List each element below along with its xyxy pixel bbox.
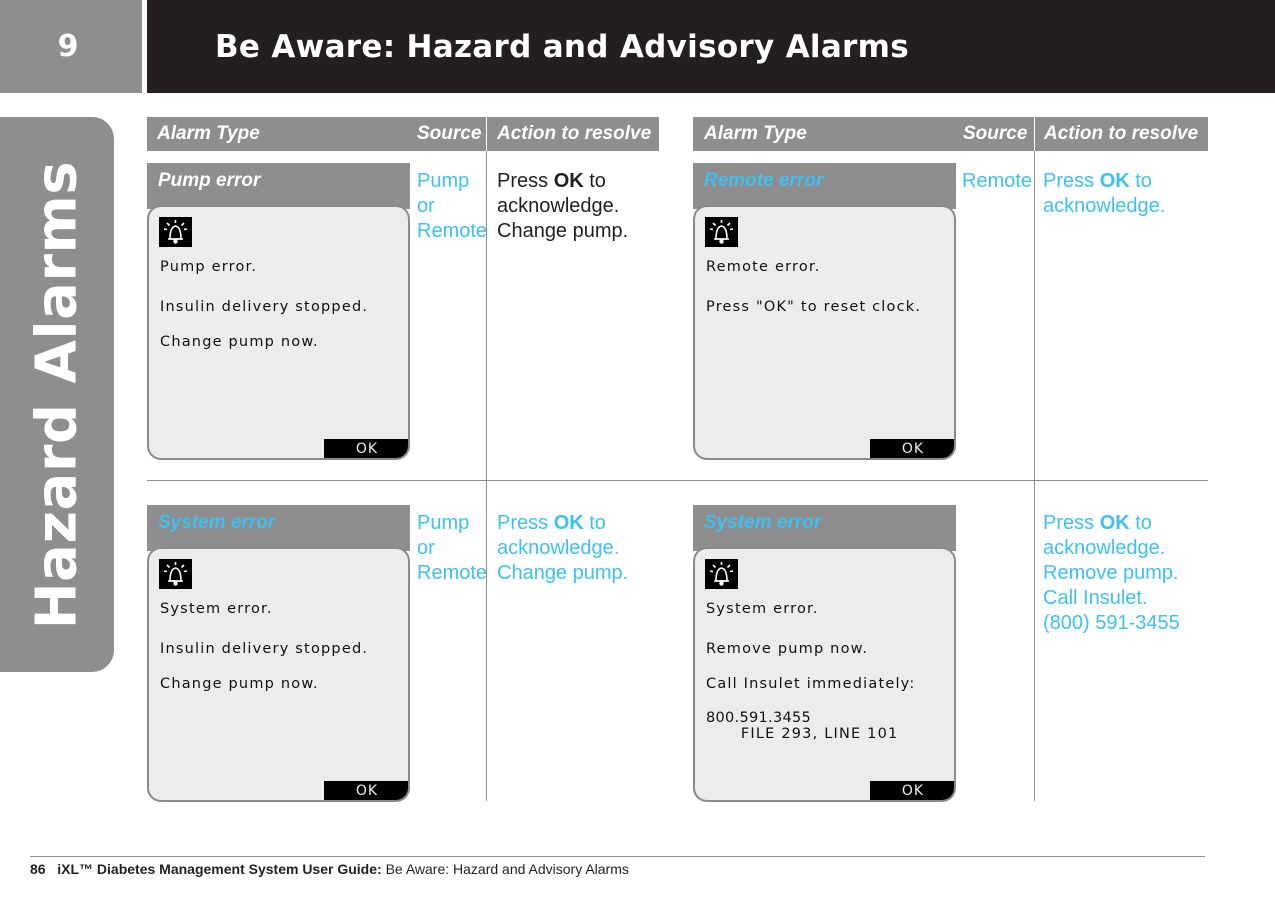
- alarm-type-label: System error: [147, 505, 410, 545]
- ok-button[interactable]: OK: [870, 439, 954, 458]
- header-divider: [1034, 117, 1035, 151]
- screen-line: Pump error.: [160, 259, 258, 275]
- alarm-type-label: System error: [693, 505, 956, 545]
- column-divider-right: [1034, 151, 1035, 801]
- source-line: or: [417, 537, 435, 559]
- alarm-type-label: Remote error: [693, 163, 956, 203]
- action-suffix: to: [583, 512, 606, 534]
- alarm-bell-icon: [159, 217, 192, 247]
- alarm-action: Press OK to acknowledge. Change pump.: [497, 511, 628, 586]
- action-line: acknowledge.: [497, 195, 620, 217]
- page-title-text: Be Aware: Hazard and Advisory Alarms: [215, 28, 909, 65]
- action-line: Press OK to: [497, 511, 628, 536]
- action-line: acknowledge.: [1043, 537, 1166, 559]
- action-ok-key: OK: [553, 170, 584, 192]
- action-line: (800) 591-3455: [1043, 612, 1180, 634]
- header-action: Action to resolve: [497, 123, 652, 144]
- source-line: or: [417, 195, 435, 217]
- source-line: Pump: [417, 170, 470, 192]
- action-ok-key: OK: [1099, 170, 1130, 192]
- alarm-source: Pump or Remote: [417, 169, 487, 244]
- action-line: Change pump.: [497, 562, 629, 584]
- page-number: 86: [30, 861, 46, 877]
- device-screen: Remote error. Press "OK" to reset clock.…: [693, 205, 956, 460]
- action-suffix: to: [1129, 512, 1152, 534]
- action-prefix: Press: [1043, 170, 1100, 192]
- alarm-bell-icon: [159, 559, 192, 589]
- device-screen: System error. Remove pump now. Call Insu…: [693, 547, 956, 802]
- column-divider-left: [486, 151, 487, 801]
- table-header-left: Alarm Type Source Action to resolve: [147, 117, 659, 151]
- action-prefix: Press: [1043, 512, 1100, 534]
- action-ok-key: OK: [1099, 512, 1130, 534]
- header-source: Source: [417, 123, 482, 144]
- action-line: Press OK to: [497, 169, 628, 194]
- header-source: Source: [963, 123, 1028, 144]
- action-line: Press OK to: [1043, 169, 1165, 194]
- source-line: Remote: [962, 170, 1033, 192]
- guide-title: iXL™ Diabetes Management System User Gui…: [57, 861, 382, 877]
- source-line: Pump: [417, 512, 470, 534]
- alarm-action: Press OK to acknowledge. Remove pump. Ca…: [1043, 511, 1180, 636]
- alarm-action: Press OK to acknowledge. Change pump.: [497, 169, 628, 244]
- footer-rule: [30, 856, 1205, 857]
- screen-line: Change pump now.: [160, 676, 319, 692]
- action-line: Press OK to: [1043, 511, 1180, 536]
- screen-line: System error.: [160, 601, 273, 617]
- screen-line: Change pump now.: [160, 334, 319, 350]
- side-tab: Hazard Alarms: [0, 117, 114, 672]
- header-divider: [486, 117, 487, 151]
- screen-line: System error.: [706, 601, 819, 617]
- screen-line: Remove pump now.: [706, 641, 869, 657]
- screen-line: FILE 293, LINE 101: [706, 726, 899, 742]
- device-screen: Pump error. Insulin delivery stopped. Ch…: [147, 205, 410, 460]
- source-line: Remote: [417, 220, 488, 242]
- ok-button[interactable]: OK: [324, 781, 408, 800]
- action-prefix: Press: [497, 170, 554, 192]
- screen-line: Call Insulet immediately:: [706, 676, 916, 692]
- action-suffix: to: [1129, 170, 1152, 192]
- ok-button[interactable]: OK: [324, 439, 408, 458]
- action-line: acknowledge.: [1043, 195, 1166, 217]
- action-line: Remove pump.: [1043, 562, 1179, 584]
- page-footer: 86 iXL™ Diabetes Management System User …: [30, 861, 629, 877]
- table-header-right: Alarm Type Source Action to resolve: [693, 117, 1208, 151]
- screen-line: Remote error.: [706, 259, 821, 275]
- page-title: Be Aware: Hazard and Advisory Alarms: [147, 0, 1275, 93]
- screen-line: Insulin delivery stopped.: [160, 299, 369, 315]
- footer-section: Be Aware: Hazard and Advisory Alarms: [385, 861, 629, 877]
- action-line: Call Insulet.: [1043, 587, 1148, 609]
- alarm-action: Press OK to acknowledge.: [1043, 169, 1165, 219]
- header-alarm-type: Alarm Type: [157, 123, 260, 144]
- header-action: Action to resolve: [1044, 123, 1199, 144]
- action-line: Change pump.: [497, 220, 629, 242]
- chapter-number: 9: [0, 0, 142, 93]
- row-divider: [147, 480, 1208, 481]
- alarm-source: Pump or Remote: [417, 511, 487, 586]
- source-line: Remote: [417, 562, 488, 584]
- screen-line: Insulin delivery stopped.: [160, 641, 369, 657]
- alarm-bell-icon: [705, 559, 738, 589]
- screen-line: Press "OK" to reset clock.: [706, 299, 922, 315]
- alarm-bell-icon: [705, 217, 738, 247]
- alarm-source: Remote: [962, 169, 1032, 194]
- action-suffix: to: [583, 170, 606, 192]
- ok-button[interactable]: OK: [870, 781, 954, 800]
- screen-line: 800.591.3455: [706, 710, 812, 726]
- action-ok-key: OK: [553, 512, 584, 534]
- action-prefix: Press: [497, 512, 554, 534]
- header-alarm-type: Alarm Type: [704, 123, 807, 144]
- alarm-type-label: Pump error: [147, 163, 410, 203]
- side-tab-label: Hazard Alarms: [24, 160, 90, 630]
- action-line: acknowledge.: [497, 537, 620, 559]
- device-screen: System error. Insulin delivery stopped. …: [147, 547, 410, 802]
